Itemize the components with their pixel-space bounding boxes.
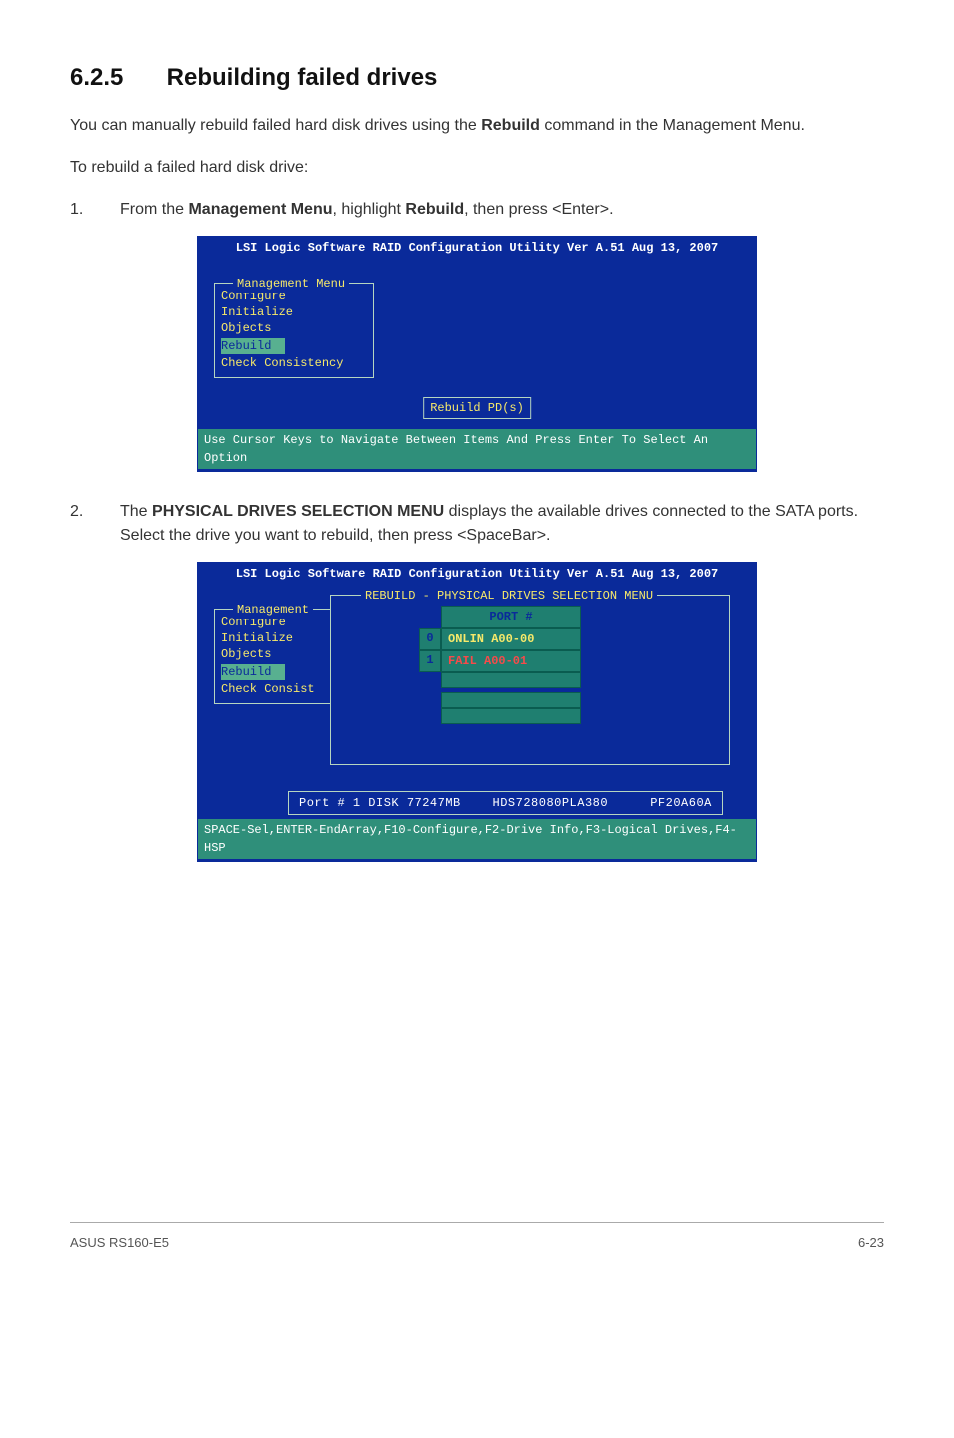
- management-menu-legend: Management Menu: [233, 275, 349, 293]
- section-heading: 6.2.5 Rebuilding failed drives: [70, 60, 884, 96]
- drive-row-1[interactable]: 1 FAIL A00-01: [419, 650, 721, 672]
- menu-item-check-consistency[interactable]: Check Consistency: [221, 355, 367, 371]
- step-2: 2. The PHYSICAL DRIVES SELECTION MENU di…: [70, 500, 884, 548]
- section-title: Rebuilding failed drives: [167, 64, 438, 91]
- s1c: , highlight: [332, 201, 405, 218]
- drive-table-header: PORT #: [441, 606, 581, 628]
- intro-text-a: You can manually rebuild failed hard dis…: [70, 117, 481, 134]
- drive-selection-panel: REBUILD - PHYSICAL DRIVES SELECTION MENU…: [330, 595, 730, 765]
- menu-item-initialize[interactable]: Initialize: [221, 304, 367, 320]
- s2b: PHYSICAL DRIVES SELECTION MENU: [152, 503, 444, 520]
- port-rev: PF20A60A: [650, 794, 712, 812]
- port-model: HDS728080PLA380: [493, 794, 643, 812]
- terminal-title: LSI Logic Software RAID Configuration Ut…: [198, 563, 756, 585]
- management-menu-legend: Management: [233, 601, 313, 619]
- s1e: , then press <Enter>.: [464, 201, 613, 218]
- subintro-paragraph: To rebuild a failed hard disk drive:: [70, 156, 884, 180]
- intro-bold: Rebuild: [481, 117, 540, 134]
- drive-empty-row: [441, 692, 581, 708]
- step-1: 1. From the Management Menu, highlight R…: [70, 198, 884, 222]
- port-info-box: Port # 1 DISK 77247MB HDS728080PLA380 PF…: [288, 791, 723, 815]
- terminal-screenshot-2: LSI Logic Software RAID Configuration Ut…: [197, 562, 757, 862]
- terminal-footer: Use Cursor Keys to Navigate Between Item…: [198, 429, 756, 469]
- drive-label: ONLIN A00-00: [441, 628, 581, 650]
- menu-item-rebuild[interactable]: Rebuild: [221, 338, 285, 354]
- drive-selection-legend: REBUILD - PHYSICAL DRIVES SELECTION MENU: [361, 587, 657, 605]
- step-text: The PHYSICAL DRIVES SELECTION MENU displ…: [120, 500, 884, 548]
- management-menu: Management Menu Configure Initialize Obj…: [214, 283, 374, 378]
- drive-index: 1: [419, 650, 441, 672]
- menu-item-objects[interactable]: Objects: [221, 646, 329, 662]
- s2a: The: [120, 503, 152, 520]
- intro-text-b: command in the Management Menu.: [540, 117, 805, 134]
- footer-right: 6-23: [858, 1233, 884, 1253]
- terminal-title: LSI Logic Software RAID Configuration Ut…: [198, 237, 756, 259]
- section-number: 6.2.5: [70, 60, 160, 96]
- terminal-footer: SPACE-Sel,ENTER-EndArray,F10-Configure,F…: [198, 819, 756, 859]
- s1a: From the: [120, 201, 188, 218]
- step-number: 1.: [70, 198, 120, 222]
- menu-item-objects[interactable]: Objects: [221, 320, 367, 336]
- management-menu: Management Configure Initialize Objects …: [214, 609, 336, 704]
- menu-item-rebuild[interactable]: Rebuild: [221, 664, 285, 680]
- rebuild-pd-box: Rebuild PD(s): [423, 397, 531, 419]
- footer-left: ASUS RS160-E5: [70, 1233, 169, 1253]
- drive-table: PORT # 0 ONLIN A00-00 1 FAIL A00-01: [419, 606, 721, 724]
- menu-item-check-consist[interactable]: Check Consist: [221, 681, 329, 697]
- s1d: Rebuild: [405, 201, 464, 218]
- drive-index: 0: [419, 628, 441, 650]
- drive-empty-row: [441, 708, 581, 724]
- port-name: Port # 1 DISK: [299, 794, 399, 812]
- terminal-screenshot-1: LSI Logic Software RAID Configuration Ut…: [197, 236, 757, 472]
- menu-item-initialize[interactable]: Initialize: [221, 630, 329, 646]
- s1b: Management Menu: [188, 201, 332, 218]
- intro-paragraph: You can manually rebuild failed hard dis…: [70, 114, 884, 138]
- drive-row-0[interactable]: 0 ONLIN A00-00: [419, 628, 721, 650]
- step-number: 2.: [70, 500, 120, 548]
- drive-label: FAIL A00-01: [441, 650, 581, 672]
- drive-empty-row: [441, 672, 581, 688]
- step-text: From the Management Menu, highlight Rebu…: [120, 198, 884, 222]
- port-size: 77247MB: [407, 794, 485, 812]
- page-footer: ASUS RS160-E5 6-23: [70, 1222, 884, 1253]
